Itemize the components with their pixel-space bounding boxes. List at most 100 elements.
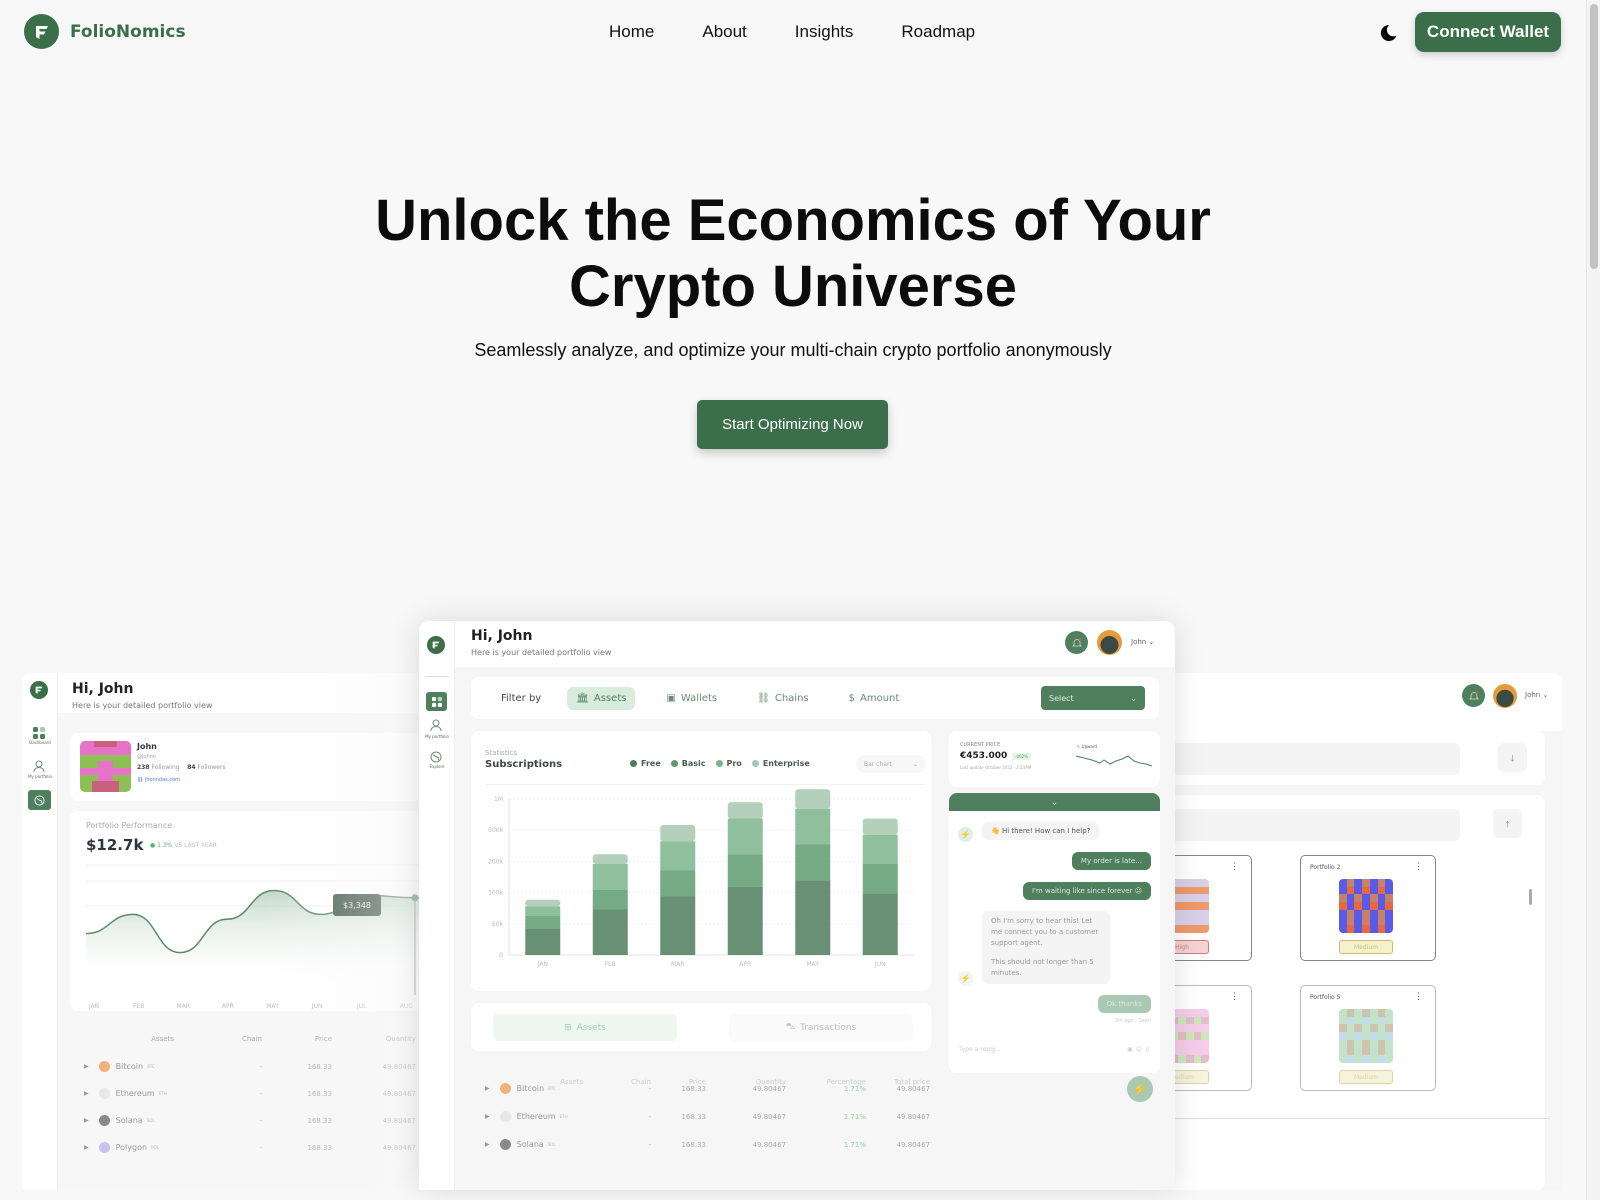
- table-row[interactable]: ▶ Polygon POL - 168.33 49.80467: [70, 1142, 416, 1153]
- bar-segment-pro[interactable]: [727, 818, 763, 855]
- user-menu[interactable]: John ⌄: [1131, 638, 1154, 646]
- expand-caret-icon[interactable]: ▶: [84, 1063, 89, 1070]
- bar-segment-basic[interactable]: [795, 844, 831, 881]
- chip-label: Assets: [593, 692, 627, 704]
- bar-segment-pro[interactable]: [660, 841, 696, 871]
- trend-arrow-icon: ↖: [1077, 744, 1081, 749]
- bar-segment-basic[interactable]: [660, 870, 696, 897]
- bar-segment-basic[interactable]: [862, 864, 898, 894]
- chat-reply-input[interactable]: Type a reply... ▣☺⌂: [949, 1038, 1160, 1060]
- bar-segment-pro[interactable]: [862, 834, 898, 864]
- notification-bell-icon[interactable]: [1065, 631, 1088, 654]
- arrow-up-icon[interactable]: ↑: [1493, 809, 1522, 838]
- connect-wallet-button[interactable]: Connect Wallet: [1415, 12, 1561, 52]
- nav-link-roadmap[interactable]: Roadmap: [901, 22, 975, 42]
- filter-select[interactable]: Select ⌄: [1041, 686, 1145, 710]
- nav-link-home[interactable]: Home: [609, 22, 654, 42]
- more-options-icon[interactable]: ⋮: [1414, 861, 1423, 872]
- chat-reply-placeholder: Type a reply...: [959, 1045, 1001, 1053]
- right-input-1[interactable]: [1150, 743, 1460, 775]
- x-tick-label: JAN: [88, 1003, 99, 1010]
- cell-price: 168.33: [307, 1116, 333, 1125]
- x-tick-label: JUN: [311, 1003, 323, 1010]
- bar-segment-free[interactable]: [795, 880, 831, 955]
- table-icon: ⊞: [564, 1022, 572, 1033]
- dashboard-grid-icon[interactable]: [33, 726, 45, 739]
- bar-segment-free[interactable]: [862, 893, 898, 955]
- user-avatar[interactable]: [1097, 630, 1122, 655]
- scrollbar-thumb[interactable]: [1590, 4, 1598, 269]
- filter-chip-assets[interactable]: 🏛 Assets: [567, 686, 636, 710]
- profile-link-text[interactable]: jhonndas.com: [145, 777, 180, 783]
- bag-icon: ⛍: [785, 1022, 796, 1032]
- table-row[interactable]: ▶ Ethereum ETH - 168.33 49.80467: [70, 1088, 416, 1099]
- user-name[interactable]: John: [1525, 691, 1540, 699]
- bar-segment-enterprise[interactable]: [795, 789, 831, 809]
- bar-segment-basic[interactable]: [727, 854, 763, 887]
- user-menu[interactable]: John ⌄: [1525, 691, 1548, 699]
- expand-caret-icon[interactable]: ▶: [84, 1090, 89, 1097]
- bar-segment-enterprise[interactable]: [592, 854, 628, 864]
- chat-launcher-button[interactable]: ⚡: [1127, 1076, 1153, 1102]
- bar-segment-enterprise[interactable]: [862, 818, 898, 835]
- more-options-icon[interactable]: ⋮: [1414, 991, 1423, 1002]
- table-row[interactable]: ▶ Ethereum ETH - 168.33 49.80467 1.71% 49.80467: [471, 1111, 930, 1122]
- table-row[interactable]: ▶ Bitcoin BTC - 168.33 49.80467 1.71% 49.80467: [471, 1083, 930, 1094]
- more-options-icon[interactable]: ⋮: [1230, 991, 1239, 1002]
- bar-segment-basic[interactable]: [592, 890, 628, 910]
- tab-assets[interactable]: ⊞ Assets: [493, 1014, 677, 1041]
- bar-segment-pro[interactable]: [795, 808, 831, 845]
- nav-link-about[interactable]: About: [702, 22, 746, 42]
- asset-name: Ethereum: [115, 1089, 155, 1098]
- moon-icon[interactable]: [1377, 22, 1399, 44]
- logo-mark-icon: [24, 14, 59, 49]
- expand-caret-icon[interactable]: ▶: [485, 1141, 490, 1148]
- expand-caret-icon[interactable]: ▶: [485, 1085, 490, 1092]
- dashboard-grid-icon[interactable]: [426, 692, 447, 711]
- bar-segment-pro[interactable]: [525, 906, 561, 916]
- bar-segment-free[interactable]: [660, 896, 696, 956]
- hover-point[interactable]: [411, 894, 419, 902]
- arrow-down-icon[interactable]: ↓: [1498, 743, 1527, 772]
- x-tick-label: JUN: [874, 961, 886, 968]
- bar-segment-pro[interactable]: [592, 864, 628, 890]
- bar-segment-free[interactable]: [727, 886, 763, 955]
- user-name[interactable]: John: [1131, 638, 1146, 646]
- expand-caret-icon[interactable]: ▶: [485, 1113, 490, 1120]
- sidebar-label-dashboard: Dashboard: [29, 740, 51, 745]
- bar-segment-free[interactable]: [525, 929, 561, 955]
- chat-message-user: My order is late...: [1071, 852, 1151, 870]
- tab-transactions[interactable]: ⛍ Transactions: [729, 1014, 913, 1041]
- user-avatar[interactable]: [1493, 684, 1517, 708]
- nav-link-insights[interactable]: Insights: [795, 22, 854, 42]
- cell-pct: 1.71%: [843, 1140, 866, 1149]
- filter-chip-amount[interactable]: $ Amount: [840, 687, 909, 710]
- start-optimizing-button[interactable]: Start Optimizing Now: [697, 400, 888, 449]
- table-row[interactable]: ▶ Bitcoin BTC - 168.33 49.80467: [70, 1061, 416, 1072]
- table-row[interactable]: ▶ Solana SOL - 168.33 49.80467: [70, 1115, 416, 1126]
- bar-segment-basic[interactable]: [525, 916, 561, 929]
- chat-collapse-button[interactable]: ⌄: [949, 793, 1160, 811]
- brand-logo[interactable]: FolioNomics: [24, 14, 186, 49]
- table-row[interactable]: ▶ Solana SOL - 168.33 49.80467 1.71% 49.80467: [471, 1139, 930, 1150]
- bar-segment-enterprise[interactable]: [727, 802, 763, 819]
- profile-link[interactable]: ⛓ jhonndas.com: [137, 777, 180, 783]
- filter-chip-wallets[interactable]: ▣ Wallets: [657, 687, 726, 710]
- expand-caret-icon[interactable]: ▶: [84, 1144, 89, 1151]
- mini-scrollbar[interactable]: [1529, 889, 1532, 905]
- bar-segment-free[interactable]: [592, 909, 628, 956]
- bar-segment-enterprise[interactable]: [525, 899, 561, 907]
- page-scrollbar[interactable]: [1586, 0, 1600, 1200]
- more-options-icon[interactable]: ⋮: [1230, 861, 1239, 872]
- chat-attach-icons[interactable]: ▣☺⌂: [1127, 1046, 1152, 1053]
- right-input-2[interactable]: [1150, 809, 1460, 841]
- coin-icon: [98, 1115, 110, 1126]
- expand-caret-icon[interactable]: ▶: [84, 1117, 89, 1124]
- portfolio-card[interactable]: Portfolio 5 ⋮ Medium: [1300, 985, 1436, 1091]
- globe-icon[interactable]: [28, 790, 51, 810]
- tab-label: Assets: [576, 1022, 606, 1033]
- notification-bell-icon[interactable]: [1462, 684, 1485, 707]
- bar-segment-enterprise[interactable]: [660, 825, 696, 842]
- portfolio-card[interactable]: Portfolio 2 ⋮ Medium: [1300, 855, 1436, 961]
- filter-chip-chains[interactable]: ⛓ Chains: [748, 687, 817, 710]
